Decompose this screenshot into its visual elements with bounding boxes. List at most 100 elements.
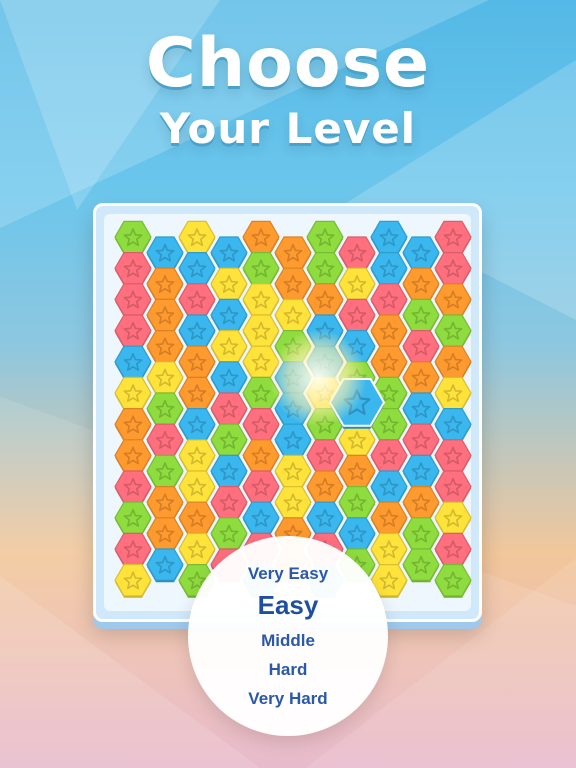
hex-tile[interactable] xyxy=(338,517,376,551)
level-option-easy[interactable]: Easy xyxy=(188,590,388,621)
hex-tile[interactable] xyxy=(210,329,248,364)
hex-tile[interactable] xyxy=(146,298,184,333)
hex-tile[interactable] xyxy=(114,220,152,255)
hex-tile[interactable] xyxy=(210,486,248,520)
hex-tile[interactable] xyxy=(338,236,376,271)
hex-tile[interactable] xyxy=(434,564,472,598)
hex-tile[interactable] xyxy=(146,267,184,302)
hex-tile[interactable] xyxy=(242,408,280,442)
hex-tile[interactable] xyxy=(146,423,184,458)
hex-tile[interactable] xyxy=(242,501,280,536)
hex-tile[interactable] xyxy=(434,314,472,349)
hex-tile[interactable] xyxy=(178,532,216,567)
hex-tile[interactable] xyxy=(114,408,152,442)
hex-tile[interactable] xyxy=(178,408,216,442)
hex-tile[interactable] xyxy=(402,454,440,489)
hex-tile[interactable] xyxy=(114,470,152,505)
hex-tile[interactable] xyxy=(114,251,152,286)
hex-tile[interactable] xyxy=(146,454,184,489)
hex-tile[interactable] xyxy=(114,314,152,349)
hex-tile[interactable] xyxy=(370,439,408,473)
hex-tile[interactable] xyxy=(146,517,184,551)
hex-tile[interactable] xyxy=(434,376,472,411)
hex-tile[interactable] xyxy=(402,329,440,364)
hex-tile[interactable] xyxy=(114,501,152,536)
hex-tile[interactable] xyxy=(402,267,440,302)
hex-tile[interactable] xyxy=(210,423,248,458)
hex-tile[interactable] xyxy=(402,548,440,583)
hex-tile[interactable] xyxy=(210,298,248,333)
hex-tile[interactable] xyxy=(434,408,472,442)
hex-tile[interactable] xyxy=(178,283,216,317)
hex-tile[interactable] xyxy=(434,532,472,567)
level-option-very-hard[interactable]: Very Hard xyxy=(188,689,388,709)
hex-tile[interactable] xyxy=(178,470,216,505)
hex-tile[interactable] xyxy=(434,251,472,286)
hex-tile[interactable] xyxy=(242,314,280,349)
hex-tile[interactable] xyxy=(114,283,152,317)
hex-tile[interactable] xyxy=(338,298,376,333)
hex-tile[interactable] xyxy=(370,470,408,505)
hex-tile[interactable] xyxy=(178,439,216,473)
hex-tile[interactable] xyxy=(370,314,408,349)
hex-tile[interactable] xyxy=(274,236,312,271)
hex-tile[interactable] xyxy=(210,454,248,489)
hex-tile[interactable] xyxy=(306,251,344,286)
hex-tile[interactable] xyxy=(434,345,472,380)
hex-tile[interactable] xyxy=(114,439,152,473)
hex-tile[interactable] xyxy=(274,298,312,333)
hex-tile[interactable] xyxy=(306,501,344,536)
hex-tile[interactable] xyxy=(178,345,216,380)
hex-tile[interactable] xyxy=(146,392,184,427)
hex-tile[interactable] xyxy=(146,236,184,271)
hex-tile[interactable] xyxy=(370,345,408,380)
hex-tile[interactable] xyxy=(338,267,376,302)
hex-tile[interactable] xyxy=(178,314,216,349)
hex-tile[interactable] xyxy=(434,220,472,255)
hex-tile[interactable] xyxy=(178,251,216,286)
hex-tile[interactable] xyxy=(338,423,376,458)
hex-tile[interactable] xyxy=(114,564,152,598)
hex-tile[interactable] xyxy=(402,392,440,427)
hex-tile[interactable] xyxy=(370,501,408,536)
hex-tile[interactable] xyxy=(210,236,248,271)
hex-tile[interactable] xyxy=(402,517,440,551)
hex-tile[interactable] xyxy=(114,376,152,411)
level-option-middle[interactable]: Middle xyxy=(188,631,388,651)
hex-tile[interactable] xyxy=(402,486,440,520)
hex-tile[interactable] xyxy=(338,454,376,489)
hex-tile[interactable] xyxy=(274,423,312,458)
hex-tile[interactable] xyxy=(146,486,184,520)
hex-tile[interactable] xyxy=(402,298,440,333)
hex-tile[interactable] xyxy=(306,220,344,255)
hex-tile[interactable] xyxy=(114,345,152,380)
hex-tile[interactable] xyxy=(274,267,312,302)
hex-tile[interactable] xyxy=(434,470,472,505)
hex-tile[interactable] xyxy=(178,376,216,411)
hex-tile[interactable] xyxy=(178,501,216,536)
hex-tile[interactable] xyxy=(242,283,280,317)
hex-tile[interactable] xyxy=(242,220,280,255)
hex-tile[interactable] xyxy=(402,236,440,271)
hex-tile[interactable] xyxy=(370,283,408,317)
hex-tile[interactable] xyxy=(434,439,472,473)
hex-tile[interactable] xyxy=(370,532,408,567)
hex-tile[interactable] xyxy=(434,501,472,536)
hex-tile[interactable] xyxy=(178,220,216,255)
hex-tile[interactable] xyxy=(306,439,344,473)
hex-tile[interactable] xyxy=(146,361,184,395)
hex-tile[interactable] xyxy=(306,283,344,317)
hex-tile[interactable] xyxy=(146,548,184,583)
hex-tile[interactable] xyxy=(338,486,376,520)
hex-tile[interactable] xyxy=(242,251,280,286)
hex-tile[interactable] xyxy=(402,361,440,395)
hex-tile[interactable] xyxy=(242,439,280,473)
hex-tile[interactable] xyxy=(370,220,408,255)
hex-tile[interactable] xyxy=(370,251,408,286)
hex-tile[interactable] xyxy=(434,283,472,317)
hex-tile[interactable] xyxy=(210,267,248,302)
hex-tile[interactable] xyxy=(114,532,152,567)
level-option-very-easy[interactable]: Very Easy xyxy=(188,564,388,584)
hex-tile[interactable] xyxy=(306,470,344,505)
hex-tile[interactable] xyxy=(242,470,280,505)
